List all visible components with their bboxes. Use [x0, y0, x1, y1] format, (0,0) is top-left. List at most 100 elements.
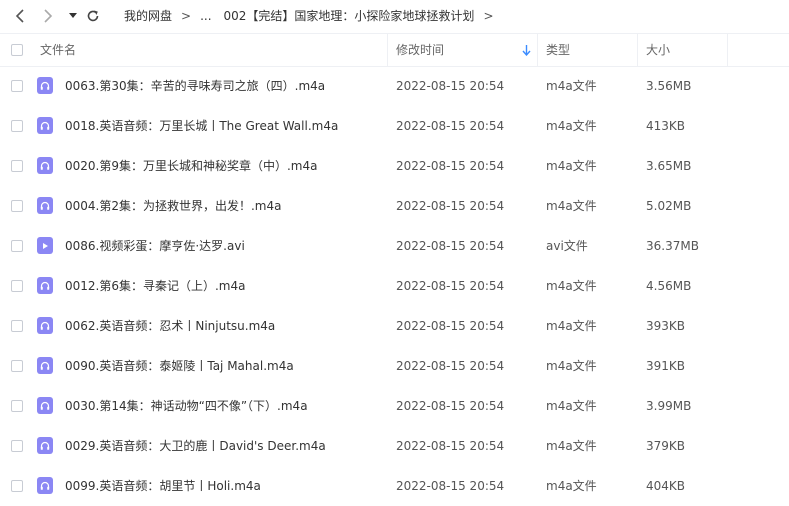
row-checkbox[interactable] [11, 480, 23, 492]
file-modified: 2022-08-15 20:54 [396, 479, 505, 493]
row-checkbox[interactable] [11, 160, 23, 172]
column-name[interactable]: 文件名 [40, 34, 76, 66]
file-type: m4a文件 [546, 439, 597, 453]
column-modified[interactable]: 修改时间 [396, 34, 444, 66]
file-size: 5.02MB [646, 199, 692, 213]
file-type: m4a文件 [546, 119, 597, 133]
file-list: 0063.第30集：辛苦的寻味寿司之旅（四）.m4a 2022-08-15 20:… [0, 66, 789, 506]
column-divider[interactable] [727, 34, 728, 66]
row-checkbox[interactable] [11, 240, 23, 252]
file-size: 36.37MB [646, 239, 699, 253]
file-size: 4.56MB [646, 279, 692, 293]
row-checkbox[interactable] [11, 400, 23, 412]
toolbar: 我的网盘 > ... 002【完结】国家地理：小探险家地球拯救计划 > [0, 0, 789, 31]
column-divider[interactable] [537, 34, 538, 66]
file-name[interactable]: 0029.英语音频：大卫的鹿丨David's Deer.m4a [65, 426, 326, 466]
arrow-down-icon[interactable] [522, 45, 531, 59]
chevron-left-icon[interactable] [10, 0, 30, 31]
row-checkbox[interactable] [11, 360, 23, 372]
file-modified: 2022-08-15 20:54 [396, 239, 505, 253]
column-size[interactable]: 大小 [646, 34, 670, 66]
file-modified: 2022-08-15 20:54 [396, 159, 505, 173]
file-row[interactable]: 0099.英语音频：胡里节丨Holi.m4a 2022-08-15 20:54 m4… [0, 466, 789, 506]
file-row[interactable]: 0004.第2集：为拯救世界，出发！.m4a 2022-08-15 20:54 m4… [0, 186, 789, 226]
file-name[interactable]: 0099.英语音频：胡里节丨Holi.m4a [65, 466, 261, 506]
file-name[interactable]: 0063.第30集：辛苦的寻味寿司之旅（四）.m4a [65, 66, 325, 106]
row-checkbox[interactable] [11, 120, 23, 132]
file-row[interactable]: 0090.英语音频：泰姬陵丨Taj Mahal.m4a 2022-08-15 20… [0, 346, 789, 386]
breadcrumb: 我的网盘 > ... 002【完结】国家地理：小探险家地球拯救计划 > [124, 0, 503, 31]
headphones-icon [37, 77, 53, 94]
select-all-checkbox[interactable] [11, 44, 23, 56]
file-row[interactable]: 0020.第9集：万里长城和神秘奖章（中）.m4a 2022-08-15 20:5… [0, 146, 789, 186]
headphones-icon [37, 437, 53, 454]
file-size: 413KB [646, 119, 686, 133]
headphones-icon [37, 317, 53, 334]
file-size: 3.56MB [646, 79, 692, 93]
file-modified: 2022-08-15 20:54 [396, 359, 505, 373]
file-name[interactable]: 0012.第6集：寻秦记（上）.m4a [65, 266, 245, 306]
file-modified: 2022-08-15 20:54 [396, 119, 505, 133]
breadcrumb-ellipsis[interactable]: ... [200, 9, 211, 23]
file-type: m4a文件 [546, 159, 597, 173]
breadcrumb-current[interactable]: 002【完结】国家地理：小探险家地球拯救计划 [224, 7, 475, 24]
file-type: m4a文件 [546, 79, 597, 93]
headphones-icon [37, 157, 53, 174]
caret-down-icon[interactable] [66, 0, 80, 31]
column-divider[interactable] [637, 34, 638, 66]
breadcrumb-root[interactable]: 我的网盘 [124, 7, 172, 24]
file-type: m4a文件 [546, 399, 597, 413]
headphones-icon [37, 477, 53, 494]
column-type[interactable]: 类型 [546, 34, 570, 66]
refresh-icon[interactable] [84, 0, 102, 31]
file-row[interactable]: 0030.第14集：神话动物“四不像”（下）.m4a 2022-08-15 20:… [0, 386, 789, 426]
file-size: 3.99MB [646, 399, 692, 413]
file-row[interactable]: 0063.第30集：辛苦的寻味寿司之旅（四）.m4a 2022-08-15 20:… [0, 66, 789, 106]
file-type: m4a文件 [546, 279, 597, 293]
file-name[interactable]: 0030.第14集：神话动物“四不像”（下）.m4a [65, 386, 308, 426]
file-type: m4a文件 [546, 199, 597, 213]
column-header: 文件名 修改时间 类型 大小 [0, 33, 789, 67]
headphones-icon [37, 197, 53, 214]
file-type: m4a文件 [546, 359, 597, 373]
file-name[interactable]: 0090.英语音频：泰姬陵丨Taj Mahal.m4a [65, 346, 294, 386]
play-icon [37, 237, 53, 254]
file-name[interactable]: 0020.第9集：万里长城和神秘奖章（中）.m4a [65, 146, 317, 186]
file-modified: 2022-08-15 20:54 [396, 399, 505, 413]
file-modified: 2022-08-15 20:54 [396, 439, 505, 453]
file-name[interactable]: 0086.视频彩蛋：摩亨佐·达罗.avi [65, 226, 245, 266]
file-name[interactable]: 0062.英语音频：忍术丨Ninjutsu.m4a [65, 306, 275, 346]
row-checkbox[interactable] [11, 200, 23, 212]
headphones-icon [37, 117, 53, 134]
row-checkbox[interactable] [11, 280, 23, 292]
headphones-icon [37, 397, 53, 414]
headphones-icon [37, 357, 53, 374]
file-row[interactable]: 0086.视频彩蛋：摩亨佐·达罗.avi 2022-08-15 20:54 avi文… [0, 226, 789, 266]
file-size: 3.65MB [646, 159, 692, 173]
headphones-icon [37, 277, 53, 294]
file-row[interactable]: 0029.英语音频：大卫的鹿丨David's Deer.m4a 2022-08-1… [0, 426, 789, 466]
file-size: 379KB [646, 439, 686, 453]
file-name[interactable]: 0018.英语音频：万里长城丨The Great Wall.m4a [65, 106, 338, 146]
file-name[interactable]: 0004.第2集：为拯救世界，出发！.m4a [65, 186, 281, 226]
file-size: 393KB [646, 319, 686, 333]
breadcrumb-separator: > [483, 8, 494, 23]
file-type: m4a文件 [546, 319, 597, 333]
file-row[interactable]: 0012.第6集：寻秦记（上）.m4a 2022-08-15 20:54 m4a文件… [0, 266, 789, 306]
file-row[interactable]: 0018.英语音频：万里长城丨The Great Wall.m4a 2022-08… [0, 106, 789, 146]
row-checkbox[interactable] [11, 440, 23, 452]
row-checkbox[interactable] [11, 80, 23, 92]
file-modified: 2022-08-15 20:54 [396, 199, 505, 213]
row-checkbox[interactable] [11, 320, 23, 332]
file-modified: 2022-08-15 20:54 [396, 319, 505, 333]
file-row[interactable]: 0062.英语音频：忍术丨Ninjutsu.m4a 2022-08-15 20:5… [0, 306, 789, 346]
file-size: 404KB [646, 479, 686, 493]
file-size: 391KB [646, 359, 686, 373]
file-modified: 2022-08-15 20:54 [396, 279, 505, 293]
column-divider[interactable] [387, 34, 388, 66]
chevron-right-icon[interactable] [38, 0, 58, 31]
file-modified: 2022-08-15 20:54 [396, 79, 505, 93]
file-type: avi文件 [546, 239, 588, 253]
file-type: m4a文件 [546, 479, 597, 493]
breadcrumb-separator: > [181, 8, 192, 23]
